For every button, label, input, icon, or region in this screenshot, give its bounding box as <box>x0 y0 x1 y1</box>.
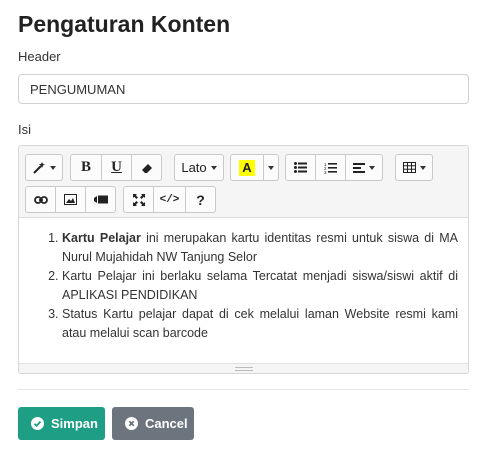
editor-resize-handle[interactable] <box>19 363 468 373</box>
code-view-button[interactable]: </> <box>153 186 186 213</box>
magic-wand-icon <box>32 161 46 175</box>
clear-format-button[interactable] <box>131 154 162 181</box>
style-group <box>25 154 63 181</box>
paragraph-group: 123 <box>285 154 383 181</box>
video-icon <box>93 195 108 204</box>
style-button[interactable] <box>25 154 63 181</box>
picture-icon <box>64 194 77 205</box>
cancel-button[interactable]: Cancel <box>112 407 194 440</box>
align-icon <box>353 162 365 173</box>
check-circle-icon <box>31 417 44 430</box>
list-item: Kartu Pelajar ini merupakan kartu identi… <box>62 229 458 267</box>
save-label: Simpan <box>51 416 98 431</box>
editor-content[interactable]: Kartu Pelajar ini merupakan kartu identi… <box>19 219 468 365</box>
unordered-list-button[interactable] <box>285 154 316 181</box>
isi-label: Isi <box>18 122 31 137</box>
color-dropdown-button[interactable] <box>263 154 279 181</box>
divider <box>18 389 469 390</box>
underline-button[interactable]: U <box>101 154 132 181</box>
close-circle-icon <box>125 417 138 430</box>
list-item: Status Kartu pelajar dapat di cek melalu… <box>62 305 458 343</box>
link-button[interactable] <box>25 186 56 213</box>
fullscreen-button[interactable] <box>123 186 154 213</box>
table-group <box>395 154 433 181</box>
ordered-list-icon: 123 <box>324 162 337 174</box>
color-group: A <box>230 154 279 181</box>
header-input[interactable] <box>18 74 469 104</box>
svg-text:3: 3 <box>324 170 327 174</box>
ordered-list-button[interactable]: 123 <box>315 154 346 181</box>
help-button[interactable]: ? <box>185 186 216 213</box>
text-color-icon: A <box>239 159 255 176</box>
video-button[interactable] <box>85 186 116 213</box>
align-button[interactable] <box>345 154 383 181</box>
bold-button[interactable]: B <box>70 154 102 181</box>
table-button[interactable] <box>395 154 433 181</box>
fullscreen-icon <box>132 193 145 206</box>
header-label: Header <box>18 49 61 64</box>
text-color-button[interactable]: A <box>230 154 264 181</box>
font-family-dropdown[interactable]: Lato <box>174 154 224 181</box>
link-icon <box>33 195 48 204</box>
save-button[interactable]: Simpan <box>18 407 105 440</box>
eraser-icon <box>141 162 153 174</box>
picture-button[interactable] <box>55 186 86 213</box>
view-group: </> ? <box>123 186 216 213</box>
insert-group <box>25 186 116 213</box>
table-icon <box>402 162 416 173</box>
list-item: Kartu Pelajar ini berlaku selama Tercata… <box>62 267 458 305</box>
page-title: Pengaturan Konten <box>18 11 231 37</box>
font-family-group: Lato <box>174 154 224 181</box>
unordered-list-icon <box>294 162 307 173</box>
content-list: Kartu Pelajar ini merupakan kartu identi… <box>19 229 458 343</box>
font-style-group: B U <box>70 154 162 181</box>
rich-text-editor: B U Lato A 1 2 3 </> ? 1. Kartu Pelajar … <box>18 145 469 374</box>
cancel-label: Cancel <box>145 416 188 431</box>
font-name-label: Lato <box>181 160 207 175</box>
editor-toolbar: B U Lato A 1 2 3 </> ? <box>19 146 468 218</box>
chevron-down-icon <box>268 165 274 170</box>
